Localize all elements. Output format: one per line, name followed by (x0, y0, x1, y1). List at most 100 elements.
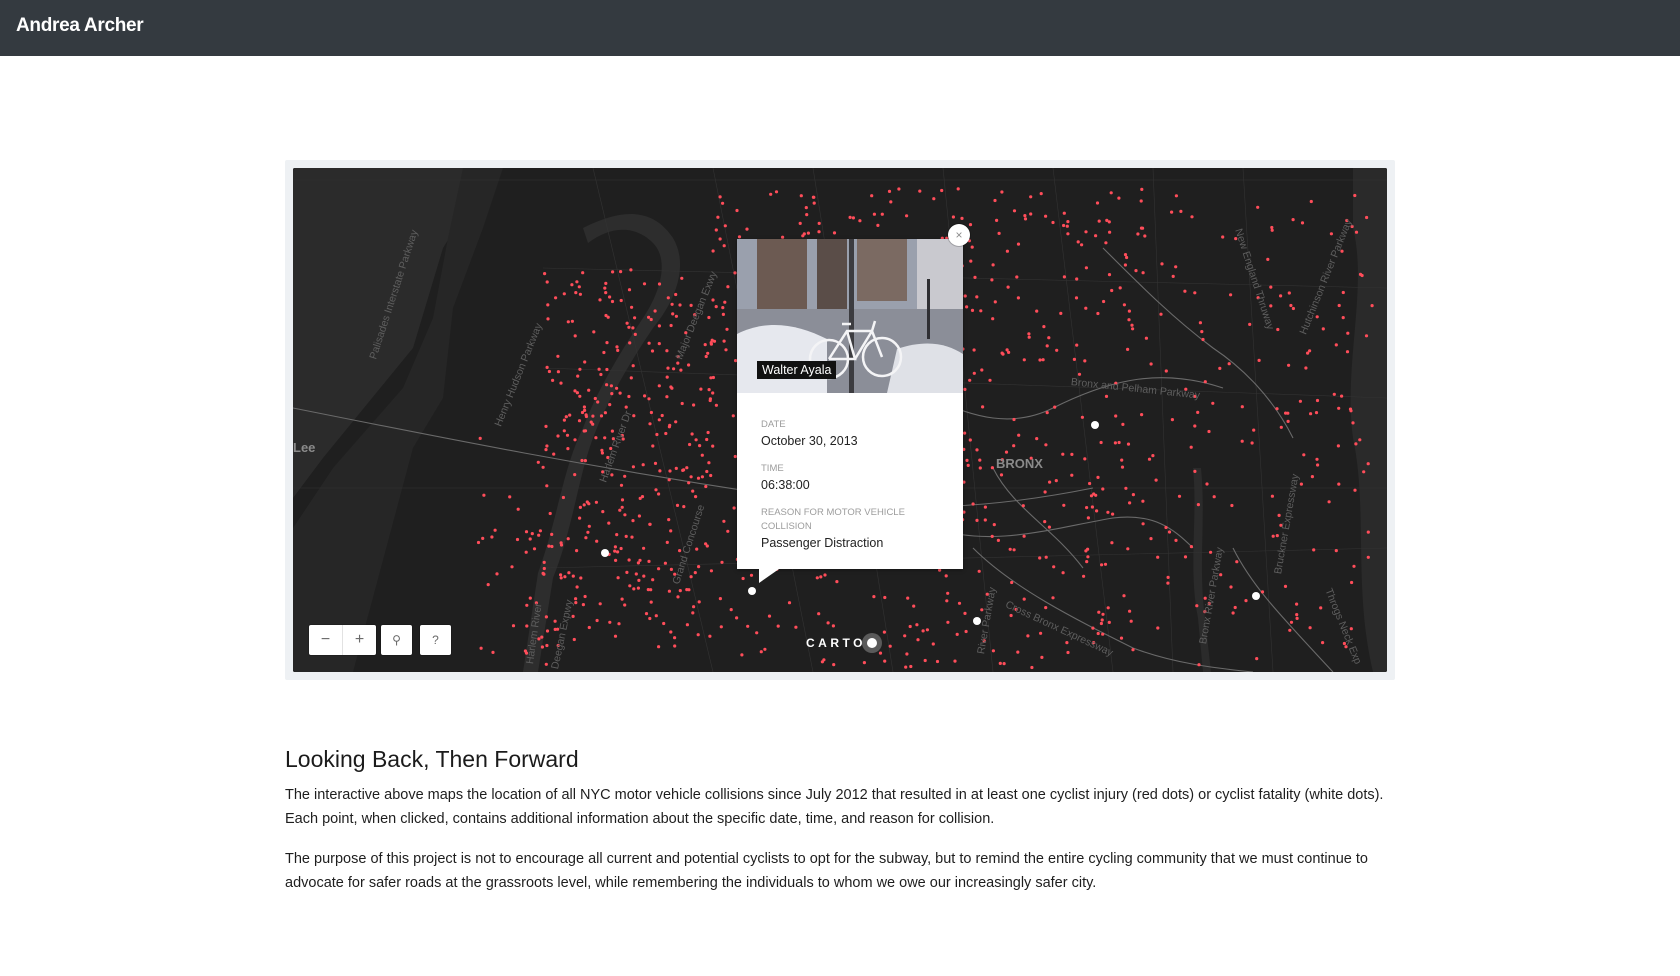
injury-dot[interactable] (1039, 192, 1043, 196)
injury-dot[interactable] (1218, 366, 1222, 370)
injury-dot[interactable] (1270, 228, 1274, 232)
injury-dot[interactable] (1348, 407, 1353, 411)
injury-dot[interactable] (599, 372, 603, 377)
injury-dot[interactable] (725, 327, 729, 331)
injury-dot[interactable] (556, 354, 560, 358)
injury-dot[interactable] (755, 631, 759, 635)
injury-dot[interactable] (642, 546, 646, 550)
injury-dot[interactable] (689, 575, 693, 579)
injury-dot[interactable] (1043, 490, 1047, 494)
injury-dot[interactable] (648, 422, 652, 426)
injury-dot[interactable] (1044, 214, 1048, 218)
injury-dot[interactable] (547, 544, 551, 548)
injury-dot[interactable] (1279, 425, 1283, 429)
injury-dot[interactable] (582, 503, 586, 507)
injury-dot[interactable] (616, 550, 620, 554)
injury-dot[interactable] (992, 523, 996, 527)
injury-dot[interactable] (1055, 348, 1059, 352)
injury-dot[interactable] (716, 215, 720, 219)
injury-dot[interactable] (704, 354, 708, 359)
injury-dot[interactable] (905, 652, 909, 656)
injury-dot[interactable] (649, 317, 653, 322)
injury-dot[interactable] (1029, 212, 1033, 216)
injury-dot[interactable] (608, 295, 612, 299)
injury-dot[interactable] (932, 197, 936, 201)
injury-dot[interactable] (604, 281, 608, 285)
injury-dot[interactable] (689, 303, 693, 307)
injury-dot[interactable] (1015, 275, 1019, 279)
injury-dot[interactable] (1164, 525, 1168, 530)
injury-dot[interactable] (916, 638, 920, 642)
injury-dot[interactable] (657, 342, 661, 346)
injury-dot[interactable] (997, 231, 1001, 235)
injury-dot[interactable] (583, 408, 587, 412)
injury-dot[interactable] (759, 650, 763, 654)
fatality-dot[interactable] (601, 549, 609, 557)
injury-dot[interactable] (1002, 662, 1006, 666)
injury-dot[interactable] (657, 645, 661, 649)
injury-dot[interactable] (1240, 405, 1244, 409)
injury-dot[interactable] (707, 461, 711, 465)
injury-dot[interactable] (694, 438, 698, 442)
injury-dot[interactable] (1131, 493, 1135, 497)
injury-dot[interactable] (972, 348, 976, 352)
injury-dot[interactable] (564, 415, 568, 419)
injury-dot[interactable] (525, 624, 529, 628)
injury-dot[interactable] (580, 458, 584, 463)
injury-dot[interactable] (970, 308, 975, 312)
injury-dot[interactable] (887, 189, 892, 193)
injury-dot[interactable] (620, 597, 624, 601)
injury-dot[interactable] (996, 538, 1001, 542)
injury-dot[interactable] (575, 585, 579, 589)
injury-dot[interactable] (1108, 230, 1112, 234)
injury-dot[interactable] (491, 650, 495, 654)
injury-dot[interactable] (620, 498, 625, 502)
injury-dot[interactable] (1126, 442, 1131, 446)
injury-dot[interactable] (1085, 560, 1089, 564)
injury-dot[interactable] (835, 580, 839, 584)
injury-dot[interactable] (525, 603, 529, 607)
injury-dot[interactable] (1352, 564, 1356, 568)
injury-dot[interactable] (601, 510, 605, 514)
injury-dot[interactable] (983, 518, 987, 522)
injury-dot[interactable] (576, 374, 580, 378)
injury-dot[interactable] (706, 430, 710, 435)
injury-dot[interactable] (1229, 293, 1233, 297)
injury-dot[interactable] (1141, 522, 1145, 526)
injury-dot[interactable] (680, 401, 684, 406)
injury-dot[interactable] (848, 215, 852, 219)
injury-dot[interactable] (745, 227, 749, 231)
injury-dot[interactable] (649, 600, 653, 604)
injury-dot[interactable] (644, 612, 649, 616)
injury-dot[interactable] (1229, 585, 1233, 589)
injury-dot[interactable] (1016, 650, 1020, 654)
injury-dot[interactable] (1291, 218, 1295, 222)
injury-dot[interactable] (832, 231, 837, 235)
injury-dot[interactable] (608, 403, 612, 407)
injury-dot[interactable] (740, 653, 744, 657)
injury-dot[interactable] (1149, 537, 1153, 541)
injury-dot[interactable] (674, 420, 678, 424)
injury-dot[interactable] (1101, 487, 1105, 491)
injury-dot[interactable] (673, 636, 677, 640)
injury-dot[interactable] (714, 305, 718, 309)
injury-dot[interactable] (1200, 330, 1204, 334)
injury-dot[interactable] (1044, 443, 1048, 447)
injury-dot[interactable] (714, 403, 718, 407)
injury-dot[interactable] (726, 285, 730, 289)
injury-dot[interactable] (587, 388, 591, 392)
carto-attribution[interactable]: CARTO (806, 633, 882, 653)
injury-dot[interactable] (1061, 452, 1065, 456)
injury-dot[interactable] (669, 567, 673, 571)
injury-dot[interactable] (1329, 232, 1333, 236)
injury-dot[interactable] (693, 571, 697, 575)
injury-dot[interactable] (516, 507, 520, 511)
injury-dot[interactable] (1126, 547, 1130, 551)
injury-dot[interactable] (882, 630, 887, 634)
injury-dot[interactable] (909, 664, 913, 669)
injury-dot[interactable] (632, 587, 636, 591)
injury-dot[interactable] (633, 332, 637, 336)
injury-dot[interactable] (1030, 665, 1034, 670)
injury-dot[interactable] (1083, 457, 1087, 461)
injury-dot[interactable] (1366, 555, 1370, 559)
